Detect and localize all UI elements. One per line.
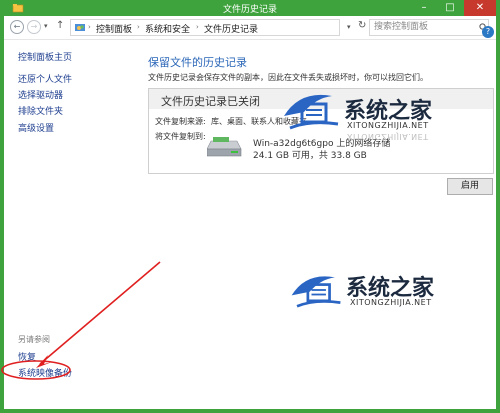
sidebar-item-recovery[interactable]: 恢复 <box>18 350 36 363</box>
watermark-url: XITONGZHIJIA.NET <box>347 121 429 130</box>
watermark-logo-icon <box>284 94 339 130</box>
maximize-button[interactable]: □ <box>438 0 462 16</box>
minimize-button[interactable]: – <box>412 0 436 16</box>
back-icon[interactable]: ← <box>10 20 24 34</box>
forward-icon[interactable]: → <box>27 20 41 34</box>
search-placeholder: 搜索控制面板 <box>374 22 429 32</box>
help-icon[interactable]: ? <box>482 26 494 38</box>
sidebar-item-control-panel-home[interactable]: 控制面板主页 <box>18 50 72 63</box>
sidebar-item-restore-files[interactable]: 还原个人文件 <box>18 72 72 85</box>
see-also-heading: 另请参阅 <box>18 335 50 344</box>
watermark-logo-icon <box>291 276 341 308</box>
title-bar: 文件历史记录 – □ ✕ <box>4 0 496 16</box>
page-title: 保留文件的历史记录 <box>148 56 247 69</box>
sidebar-item-exclude-folders[interactable]: 排除文件夹 <box>18 104 63 117</box>
breadcrumb-system-security[interactable]: 系统和安全 <box>145 22 190 35</box>
breadcrumb-separator: › <box>137 23 140 31</box>
breadcrumb-separator: › <box>88 23 91 31</box>
breadcrumb-file-history[interactable]: 文件历史记录 <box>204 22 258 35</box>
breadcrumb-control-panel[interactable]: 控制面板 <box>96 22 132 35</box>
refresh-icon[interactable]: ↻ <box>358 20 366 31</box>
address-dropdown-icon[interactable]: ▾ <box>347 23 351 31</box>
navigation-bar: ← → ▾ ↑ › 控制面板 › 系统和安全 › 文件历史记录 ▾ ↻ 搜索控制… <box>4 16 496 40</box>
sidebar: 控制面板主页 还原个人文件 选择驱动器 排除文件夹 高级设置 另请参阅 恢复 系… <box>4 40 132 410</box>
sidebar-item-system-image-backup[interactable]: 系统映像备份 <box>18 366 72 379</box>
close-button[interactable]: ✕ <box>464 0 496 16</box>
drive-space: 24.1 GB 可用，共 33.8 GB <box>253 151 367 161</box>
status-title: 文件历史记录已关闭 <box>161 95 260 108</box>
up-icon[interactable]: ↑ <box>56 20 64 31</box>
file-history-window: 文件历史记录 – □ ✕ ← → ▾ ↑ › 控制面板 › 系统和安全 › 文件… <box>0 0 500 413</box>
copy-to-label: 将文件复制到: <box>155 132 206 141</box>
enable-button[interactable]: 启用 <box>447 178 493 195</box>
drive-icon <box>207 137 242 157</box>
copy-from-label: 文件复制来源: <box>155 117 206 126</box>
watermark-url-secondary: XITONGZHIJIA.NET <box>350 298 432 307</box>
address-bar[interactable]: › 控制面板 › 系统和安全 › 文件历史记录 <box>70 19 340 36</box>
sidebar-item-select-drive[interactable]: 选择驱动器 <box>18 88 63 101</box>
breadcrumb-separator: › <box>196 23 199 31</box>
search-input[interactable]: 搜索控制面板 <box>369 19 489 36</box>
sidebar-item-advanced-settings[interactable]: 高级设置 <box>18 121 54 134</box>
page-description: 文件历史记录会保存文件的副本，因此在文件丢失或损坏时，你可以找回它们。 <box>148 73 428 82</box>
watermark-url-reflection: XITONGZHIJIA.NET <box>347 132 429 141</box>
control-panel-icon <box>75 24 85 31</box>
recent-locations-icon[interactable]: ▾ <box>44 22 48 30</box>
